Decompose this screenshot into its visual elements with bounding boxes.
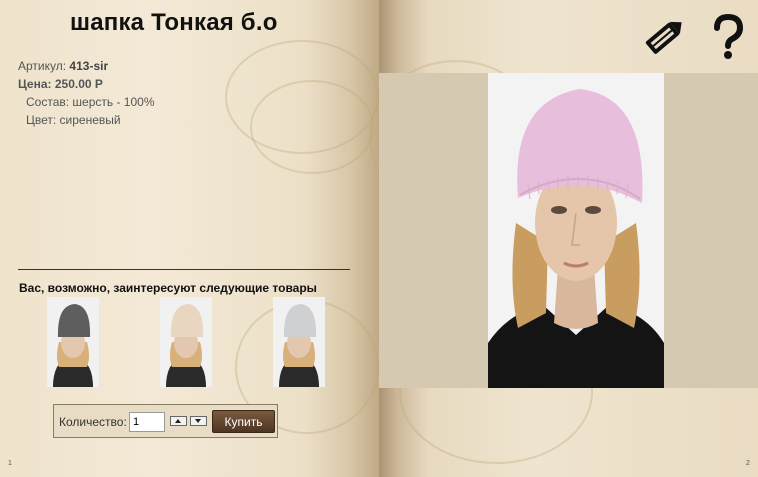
product-image (488, 73, 664, 388)
price-value: 250.00 Р (54, 77, 103, 91)
sku-label: Артикул: (18, 59, 67, 73)
recommendation-item-3[interactable] (273, 297, 325, 387)
product-composition: Состав: шерсть - 100% (26, 95, 155, 109)
page-number-left: 1 (8, 460, 12, 467)
buy-button[interactable]: Купить (212, 410, 275, 433)
purchase-panel: Количество: Купить (53, 404, 278, 438)
quantity-label: Количество: (59, 415, 127, 429)
thumbnail-image (47, 297, 99, 387)
catalog-book: шапка Тонкая б.о Артикул: 413-sir Цена: … (0, 0, 758, 477)
arrow-up-icon (175, 419, 181, 423)
product-sku: Артикул: 413-sir (18, 59, 108, 73)
decorative-swirl (250, 80, 374, 174)
product-title: шапка Тонкая б.о (70, 9, 278, 36)
page-number-right: 2 (746, 460, 750, 467)
recommendation-item-1[interactable] (47, 297, 99, 387)
product-price: Цена: 250.00 Р (18, 77, 103, 91)
product-color: Цвет: сиреневый (26, 113, 121, 127)
price-label: Цена: (18, 77, 52, 91)
quantity-increase-button[interactable] (170, 416, 187, 426)
recommendations-title: Вас, возможно, заинтересуют следующие то… (19, 281, 317, 295)
quantity-input[interactable] (129, 412, 165, 432)
product-photo[interactable] (488, 73, 664, 388)
quantity-decrease-button[interactable] (190, 416, 207, 426)
thumbnail-image (160, 297, 212, 387)
arrow-down-icon (195, 419, 201, 423)
pencil-icon[interactable] (640, 14, 688, 65)
sku-value: 413-sir (69, 59, 109, 73)
question-mark-icon[interactable] (712, 13, 744, 65)
left-page: шапка Тонкая б.о Артикул: 413-sir Цена: … (0, 0, 379, 477)
thumbnail-image (273, 297, 325, 387)
recommendation-item-2[interactable] (160, 297, 212, 387)
divider (18, 269, 350, 270)
